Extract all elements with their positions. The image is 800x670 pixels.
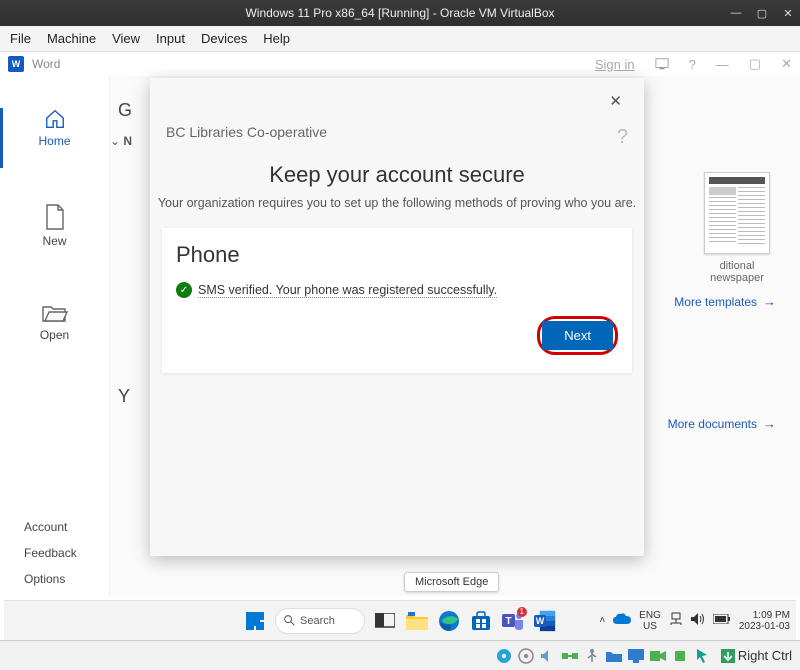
status-message: SMS verified. Your phone was registered … — [198, 283, 497, 298]
sidebar-item-new[interactable]: New — [0, 196, 109, 268]
search-icon — [284, 615, 295, 626]
file-explorer-icon[interactable] — [405, 609, 429, 633]
vbox-window-controls: — ▢ ✕ — [730, 0, 794, 26]
highlight-ring: Next — [537, 316, 618, 355]
menu-input[interactable]: Input — [156, 31, 185, 46]
partial-heading-2: Y — [118, 386, 130, 407]
sidebar-item-feedback[interactable]: Feedback — [24, 546, 109, 560]
teams-badge: 1 — [517, 607, 527, 617]
onedrive-icon[interactable] — [613, 613, 631, 628]
vb-shared-folder-icon[interactable] — [605, 647, 623, 665]
word-minimize-icon[interactable]: — — [716, 57, 729, 72]
edge-icon[interactable] — [437, 609, 461, 633]
vbox-statusbar: Right Ctrl — [0, 640, 800, 670]
vbox-menubar: File Machine View Input Devices Help — [0, 26, 800, 52]
network-icon[interactable] — [669, 612, 683, 629]
word-taskbar-icon[interactable]: W — [533, 609, 557, 633]
sidebar-item-home[interactable]: Home — [0, 100, 109, 168]
word-titlebar: W Word Sign in ? — ▢ ✕ — [0, 52, 800, 76]
vb-cpu-icon[interactable] — [671, 647, 689, 665]
word-close-icon[interactable]: ✕ — [781, 56, 792, 72]
menu-help[interactable]: Help — [263, 31, 290, 46]
vbox-hostkey: Right Ctrl — [721, 648, 792, 663]
svg-text:W: W — [536, 616, 545, 626]
open-folder-icon — [42, 304, 68, 324]
checkmark-icon: ✓ — [176, 282, 192, 298]
teams-icon[interactable]: T1 — [501, 609, 525, 633]
minimize-icon[interactable]: — — [730, 7, 742, 19]
template-card-newspaper[interactable]: ditional newspaper — [698, 172, 776, 284]
dialog-card: Phone ✓ SMS verified. Your phone was reg… — [162, 228, 632, 373]
word-restore-icon[interactable]: ▢ — [749, 56, 761, 72]
status-row: ✓ SMS verified. Your phone was registere… — [176, 282, 618, 298]
new-doc-icon — [45, 204, 65, 230]
dialog-help-icon[interactable]: ? — [617, 126, 628, 149]
collapse-section-toggle[interactable]: ⌄ N — [110, 134, 132, 148]
vb-network-icon[interactable] — [561, 647, 579, 665]
partial-heading-1: G — [118, 100, 132, 121]
volume-icon[interactable] — [691, 613, 705, 628]
home-icon — [44, 108, 66, 130]
menu-machine[interactable]: Machine — [47, 31, 96, 46]
menu-file[interactable]: File — [10, 31, 31, 46]
task-view-icon[interactable] — [373, 609, 397, 633]
vb-mouse-integration-icon[interactable] — [693, 647, 711, 665]
word-sidebar: Home New Open Account Feedback Options — [0, 76, 110, 596]
help-icon[interactable]: ? — [689, 57, 696, 72]
vbox-title: Windows 11 Pro x86_64 [Running] - Oracle… — [245, 6, 554, 20]
word-logo-icon: W — [8, 56, 24, 72]
vb-recording-icon[interactable] — [649, 647, 667, 665]
vbox-titlebar: Windows 11 Pro x86_64 [Running] - Oracle… — [0, 0, 800, 26]
sidebar-item-label: New — [42, 234, 66, 248]
language-indicator[interactable]: ENGUS — [639, 610, 661, 632]
arrow-down-icon — [721, 649, 735, 663]
more-templates-link[interactable]: More templates — [674, 294, 776, 309]
dialog-close-icon[interactable]: ✕ — [603, 90, 628, 112]
vb-hdd-icon[interactable] — [495, 647, 513, 665]
close-icon[interactable]: ✕ — [782, 7, 794, 19]
sidebar-item-open[interactable]: Open — [0, 296, 109, 362]
system-tray: ˄ ENGUS 1:09 PM2023-01-03 — [599, 610, 790, 632]
sidebar-item-label: Open — [40, 328, 69, 342]
sidebar-item-options[interactable]: Options — [24, 572, 109, 586]
menu-view[interactable]: View — [112, 31, 140, 46]
windows-taskbar: Search T1 W ˄ ENGUS 1:09 PM2023-01-03 — [4, 600, 796, 640]
sidebar-item-label: Home — [38, 134, 70, 148]
arrow-right-icon — [763, 416, 776, 431]
clock[interactable]: 1:09 PM2023-01-03 — [739, 610, 790, 632]
sidebar-item-account[interactable]: Account — [24, 520, 109, 534]
dialog-title: Keep your account secure — [150, 156, 644, 196]
start-button[interactable] — [243, 609, 267, 633]
vb-optical-icon[interactable] — [517, 647, 535, 665]
menu-devices[interactable]: Devices — [201, 31, 247, 46]
taskbar-search[interactable]: Search — [275, 608, 365, 634]
next-button[interactable]: Next — [542, 321, 613, 350]
tray-chevron-icon[interactable]: ˄ — [599, 615, 605, 626]
security-setup-dialog: ✕ BC Libraries Co-operative ? Keep your … — [150, 78, 644, 556]
store-icon[interactable] — [469, 609, 493, 633]
section-title: Phone — [176, 242, 618, 268]
battery-icon[interactable] — [713, 614, 731, 627]
word-app-name: Word — [32, 57, 60, 71]
more-documents-link[interactable]: More documents — [668, 416, 776, 431]
dialog-subtitle: Your organization requires you to set up… — [150, 196, 644, 228]
vb-usb-icon[interactable] — [583, 647, 601, 665]
vb-audio-icon[interactable] — [539, 647, 557, 665]
account-manager-icon[interactable] — [655, 57, 669, 71]
template-thumbnail — [704, 172, 770, 254]
taskbar-tooltip: Microsoft Edge — [404, 572, 499, 592]
org-name: BC Libraries Co-operative — [166, 118, 327, 156]
arrow-right-icon — [763, 294, 776, 309]
vb-display-icon[interactable] — [627, 647, 645, 665]
maximize-icon[interactable]: ▢ — [756, 7, 768, 19]
signin-link[interactable]: Sign in — [595, 57, 635, 72]
sidebar-bottom: Account Feedback Options — [0, 520, 109, 586]
svg-text:T: T — [505, 616, 511, 627]
template-label: ditional newspaper — [710, 260, 764, 284]
